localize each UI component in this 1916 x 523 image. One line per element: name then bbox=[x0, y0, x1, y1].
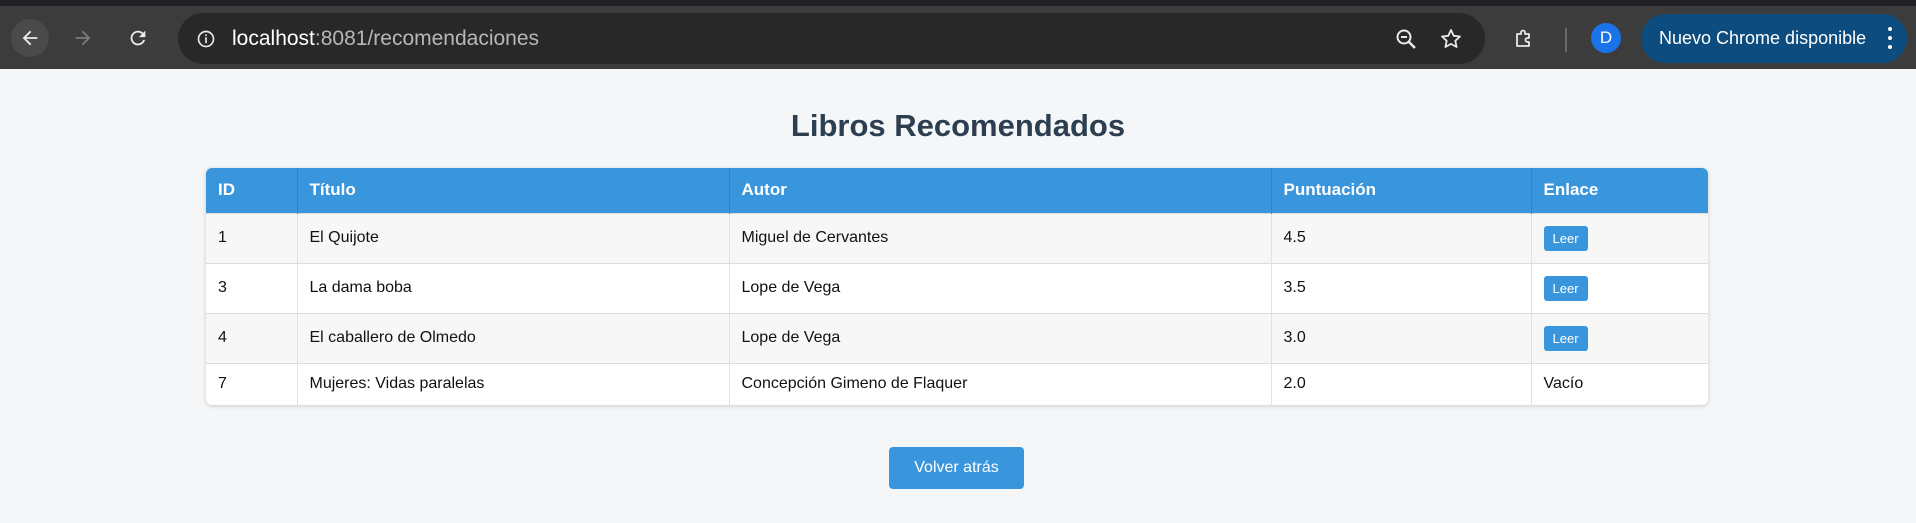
extensions-button[interactable] bbox=[1510, 25, 1538, 53]
read-button[interactable]: Leer bbox=[1543, 325, 1588, 351]
table-header-row: ID Título Autor Puntuación Enlace bbox=[206, 168, 1708, 213]
cell-title: El caballero de Olmedo bbox=[297, 312, 730, 363]
zoom-out-icon bbox=[1396, 29, 1416, 49]
cell-title: La dama boba bbox=[297, 262, 730, 313]
toolbar-divider bbox=[1565, 28, 1567, 52]
cell-link: Leer bbox=[1531, 212, 1708, 263]
back-arrow-icon bbox=[22, 30, 38, 46]
cell-id: 4 bbox=[206, 312, 298, 363]
url-host: localhost bbox=[232, 27, 315, 50]
chrome-update-button[interactable]: Nuevo Chrome disponible bbox=[1641, 14, 1907, 63]
cell-author: Lope de Vega bbox=[729, 312, 1272, 363]
profile-avatar[interactable]: D bbox=[1591, 23, 1621, 53]
zoom-button[interactable] bbox=[1392, 25, 1420, 53]
table-row: 1 El Quijote Miguel de Cervantes 4.5 Lee… bbox=[206, 212, 1708, 263]
cell-id: 1 bbox=[206, 212, 298, 263]
header-id: ID bbox=[206, 168, 298, 213]
books-table: ID Título Autor Puntuación Enlace 1 El Q… bbox=[206, 168, 1708, 405]
reload-button[interactable] bbox=[119, 19, 157, 57]
cell-score: 2.0 bbox=[1271, 362, 1532, 405]
cell-score: 3.0 bbox=[1271, 312, 1532, 363]
header-link: Enlace bbox=[1531, 168, 1708, 213]
cell-author: Concepción Gimeno de Flaquer bbox=[729, 362, 1272, 405]
cell-link: Leer bbox=[1531, 262, 1708, 313]
site-info-button[interactable] bbox=[190, 23, 221, 54]
header-title: Título bbox=[297, 168, 730, 213]
update-label: Nuevo Chrome disponible bbox=[1659, 28, 1867, 48]
cell-title: El Quijote bbox=[297, 212, 730, 263]
browser-toolbar: localhost:8081/recomendaciones D Nuevo C… bbox=[0, 0, 1916, 69]
reload-icon bbox=[130, 30, 146, 46]
star-icon bbox=[1441, 29, 1461, 48]
cell-title: Mujeres: Vidas paralelas bbox=[297, 362, 730, 405]
bookmark-button[interactable] bbox=[1437, 25, 1465, 53]
cell-id: 3 bbox=[206, 262, 298, 313]
cell-link: Leer bbox=[1531, 312, 1708, 363]
url-path: :8081/recomendaciones bbox=[314, 27, 540, 50]
cell-link-empty: Vacío bbox=[1531, 362, 1708, 405]
read-button[interactable]: Leer bbox=[1543, 225, 1588, 251]
address-bar[interactable]: localhost:8081/recomendaciones bbox=[178, 13, 1485, 64]
cell-id: 7 bbox=[206, 362, 298, 405]
cell-score: 4.5 bbox=[1271, 212, 1532, 263]
back-nav-button[interactable]: Volver atrás bbox=[889, 447, 1024, 489]
url-text[interactable]: localhost:8081/recomendaciones bbox=[232, 26, 539, 51]
read-button[interactable]: Leer bbox=[1543, 275, 1588, 301]
table-row: 4 El caballero de Olmedo Lope de Vega 3.… bbox=[206, 312, 1708, 363]
more-vertical-icon bbox=[1887, 27, 1893, 49]
table-row: 3 La dama boba Lope de Vega 3.5 Leer bbox=[206, 262, 1708, 313]
extension-puzzle-icon bbox=[1516, 29, 1530, 47]
cell-author: Miguel de Cervantes bbox=[729, 212, 1272, 263]
header-author: Autor bbox=[729, 168, 1272, 213]
cell-score: 3.5 bbox=[1271, 262, 1532, 313]
forward-arrow-icon bbox=[75, 30, 91, 46]
forward-button[interactable] bbox=[64, 19, 102, 57]
table-row: 7 Mujeres: Vidas paralelas Concepción Gi… bbox=[206, 362, 1708, 405]
back-button[interactable] bbox=[11, 19, 49, 57]
cell-author: Lope de Vega bbox=[729, 262, 1272, 313]
page-title: Libros Recomendados bbox=[790, 108, 1126, 143]
info-icon bbox=[197, 30, 214, 47]
header-score: Puntuación bbox=[1271, 168, 1532, 213]
